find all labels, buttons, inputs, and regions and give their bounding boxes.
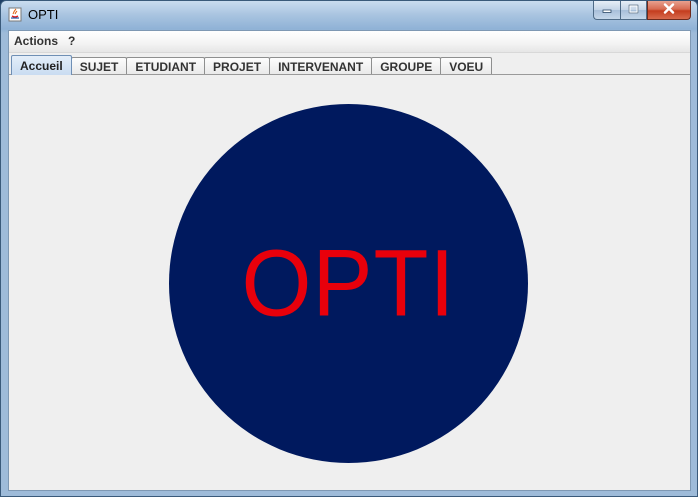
title-bar[interactable]: OPTI — [1, 1, 697, 29]
window-controls — [593, 1, 691, 21]
java-app-icon[interactable] — [8, 7, 22, 22]
close-icon — [663, 3, 675, 17]
minimize-icon — [602, 4, 612, 17]
menu-bar: Actions ? — [9, 31, 690, 53]
menu-help[interactable]: ? — [63, 31, 80, 52]
app-window: OPTI Actions ? Accueil SUJET ETUDIANT PR… — [0, 0, 698, 497]
tab-projet[interactable]: PROJET — [204, 57, 271, 75]
opti-logo-text: OPTI — [241, 231, 456, 336]
window-client-area: Actions ? Accueil SUJET ETUDIANT PROJET … — [8, 30, 691, 491]
accueil-panel: OPTI — [9, 74, 690, 490]
tab-groupe[interactable]: GROUPE — [371, 57, 442, 75]
close-button[interactable] — [647, 1, 691, 20]
window-title: OPTI — [28, 7, 59, 22]
maximize-icon — [628, 4, 639, 17]
tab-accueil[interactable]: Accueil — [11, 55, 72, 75]
tab-strip: Accueil SUJET ETUDIANT PROJET INTERVENAN… — [11, 55, 493, 75]
maximize-button[interactable] — [620, 1, 647, 20]
minimize-button[interactable] — [593, 1, 620, 20]
tab-etudiant[interactable]: ETUDIANT — [126, 57, 206, 75]
tab-voeu[interactable]: VOEU — [440, 57, 493, 75]
tab-sujet[interactable]: SUJET — [70, 57, 128, 75]
opti-logo-circle: OPTI — [169, 104, 528, 463]
tab-intervenant[interactable]: INTERVENANT — [269, 57, 373, 75]
menu-actions[interactable]: Actions — [9, 31, 63, 52]
